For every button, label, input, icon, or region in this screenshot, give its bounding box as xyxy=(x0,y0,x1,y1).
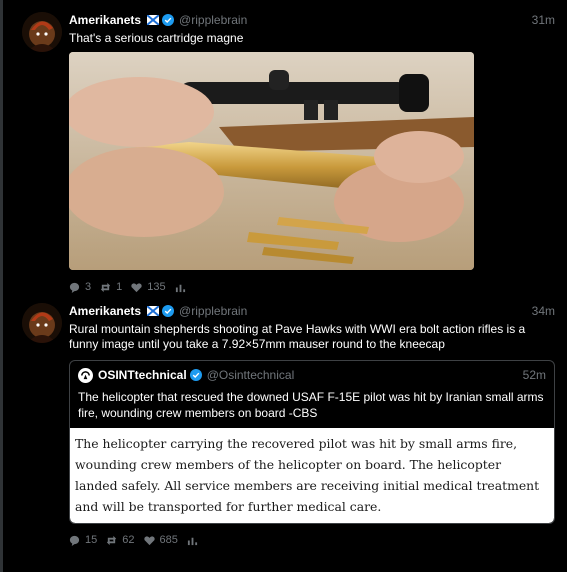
like-button[interactable]: 685 xyxy=(143,534,178,546)
flag-icon xyxy=(147,15,160,25)
retweet-icon xyxy=(101,282,111,292)
retweet-count: 1 xyxy=(116,281,123,293)
timestamp[interactable]: 34m xyxy=(532,304,555,318)
osint-logo-icon xyxy=(81,370,90,379)
tweet-text: Rural mountain shepherds shooting at Pav… xyxy=(69,322,526,351)
display-name[interactable]: Amerikanets xyxy=(69,13,141,27)
avatar[interactable] xyxy=(22,303,62,343)
tweet-1[interactable]: Amerikanets @ripplebrain 31m That's a se… xyxy=(22,12,555,293)
tweet-media-image[interactable] xyxy=(69,52,474,270)
verified-badge-icon xyxy=(162,305,175,317)
tweet-actions: 15 62 685 xyxy=(69,533,555,547)
quoted-tweet[interactable]: OSINTtechnical @Osinttechnical 52m The h… xyxy=(69,360,555,524)
verified-badge-icon xyxy=(189,369,202,381)
retweet-count: 62 xyxy=(122,534,135,546)
heart-icon xyxy=(143,535,155,545)
verified-badge-icon xyxy=(162,14,175,26)
heart-icon xyxy=(131,282,142,292)
reply-count: 3 xyxy=(85,281,92,293)
quoted-avatar[interactable] xyxy=(78,367,93,383)
retweet-icon xyxy=(107,535,117,545)
like-count: 685 xyxy=(159,534,178,546)
display-name[interactable]: Amerikanets xyxy=(69,304,141,318)
tweet-actions: 3 1 135 xyxy=(69,280,555,294)
quoted-display-name[interactable]: OSINTtechnical xyxy=(98,368,187,382)
quoted-tweet-text: The helicopter that rescued the downed U… xyxy=(78,390,544,420)
retweet-button[interactable]: 1 xyxy=(100,281,122,293)
like-button[interactable]: 135 xyxy=(131,281,166,293)
quoted-statement-card: The helicopter carrying the recovered pi… xyxy=(70,428,554,523)
tweet-2[interactable]: Amerikanets @ripplebrain 34m Rural mount… xyxy=(22,303,555,565)
thread-edge-line xyxy=(0,0,3,572)
stats-button[interactable] xyxy=(187,535,203,546)
handle[interactable]: @ripplebrain xyxy=(179,304,247,318)
reply-button[interactable]: 3 xyxy=(69,281,91,293)
timestamp[interactable]: 31m xyxy=(532,13,555,27)
flag-icon xyxy=(147,306,160,316)
speech-bubble-icon xyxy=(69,535,80,546)
reply-count: 15 xyxy=(85,534,98,546)
bar-chart-icon xyxy=(175,284,185,292)
bar-chart-icon xyxy=(187,537,197,545)
reply-button[interactable]: 15 xyxy=(69,534,97,546)
quoted-handle[interactable]: @Osinttechnical xyxy=(207,368,295,382)
tweet-text: That's a serious cartridge magne xyxy=(69,31,244,45)
avatar[interactable] xyxy=(22,12,62,52)
speech-bubble-icon xyxy=(69,282,80,293)
quoted-timestamp[interactable]: 52m xyxy=(523,368,546,382)
stats-button[interactable] xyxy=(175,282,191,293)
handle[interactable]: @ripplebrain xyxy=(179,13,247,27)
like-count: 135 xyxy=(147,281,166,293)
retweet-button[interactable]: 62 xyxy=(106,534,135,546)
